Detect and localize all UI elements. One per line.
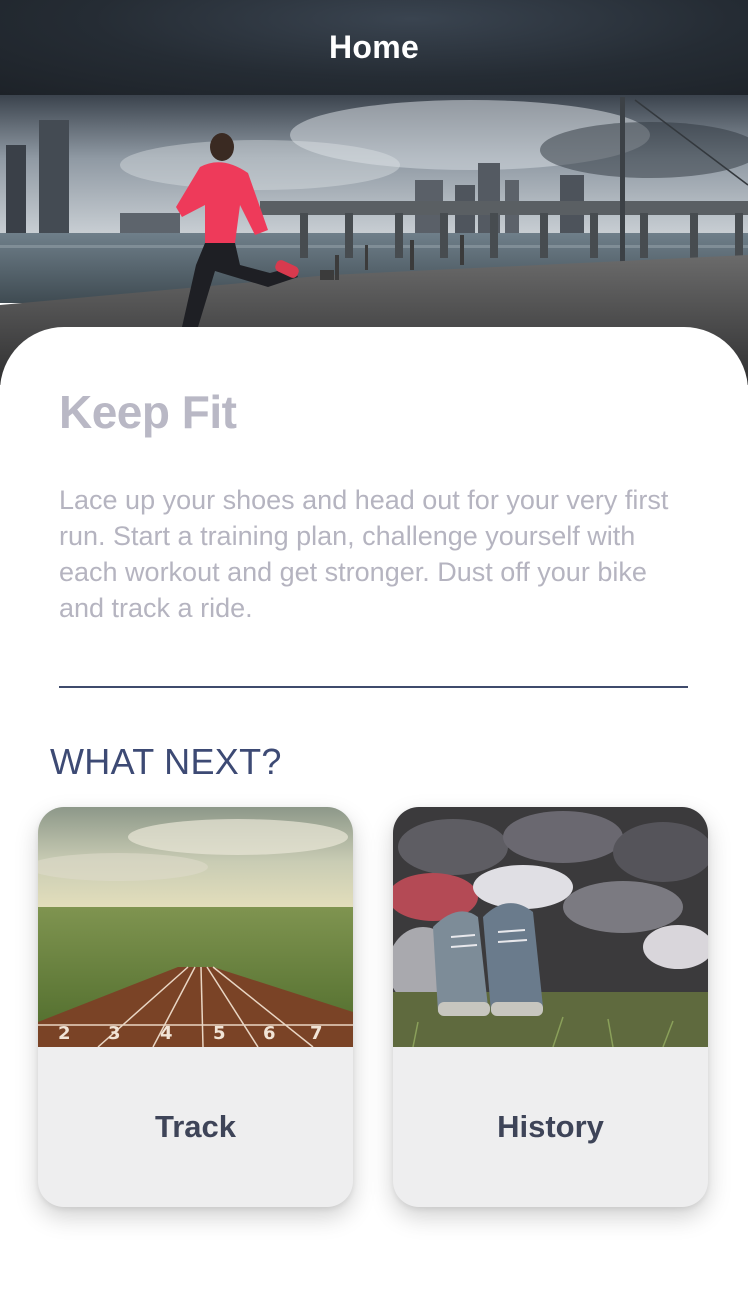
history-label: History [497,1109,604,1144]
intro-description: Lace up your shoes and head out for your… [59,485,669,623]
section-title: WHAT NEXT? [50,741,282,782]
running-shoes-image [393,807,708,1047]
track-tile[interactable]: 2 3 4 5 6 7 Track [38,807,353,1207]
nav-bar: Home [0,0,748,95]
nav-title: Home [328,29,420,65]
svg-text:2: 2 [58,1023,71,1044]
svg-text:7: 7 [310,1023,323,1044]
track-label: Track [154,1109,236,1144]
svg-text:6: 6 [263,1023,276,1044]
divider [59,686,688,688]
content-card: Keep Fit Lace up your shoes and head out… [0,327,748,1301]
running-track-image: 2 3 4 5 6 7 [38,807,353,1047]
history-tile[interactable]: History [393,807,708,1207]
svg-text:3: 3 [108,1023,121,1044]
svg-text:4: 4 [160,1023,173,1044]
headline: Keep Fit [59,386,237,438]
svg-text:5: 5 [213,1023,226,1044]
